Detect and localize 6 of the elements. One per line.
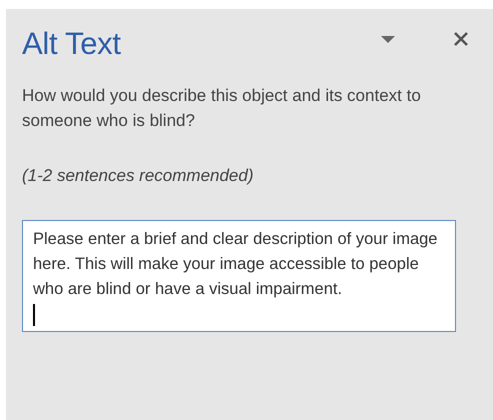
description-field[interactable]: Please enter a brief and clear description of your image here. This will make your image accessible to people who are blind or have a visual impairment. xyxy=(22,220,456,332)
pane-title: Alt Text xyxy=(22,26,122,62)
question-text: How would you describe this object and its context to someone who is blind? xyxy=(22,85,422,132)
hint-text: (1-2 sentences recommended) xyxy=(22,165,255,187)
close-icon[interactable] xyxy=(453,31,469,47)
dropdown-caret-icon[interactable] xyxy=(381,36,395,44)
